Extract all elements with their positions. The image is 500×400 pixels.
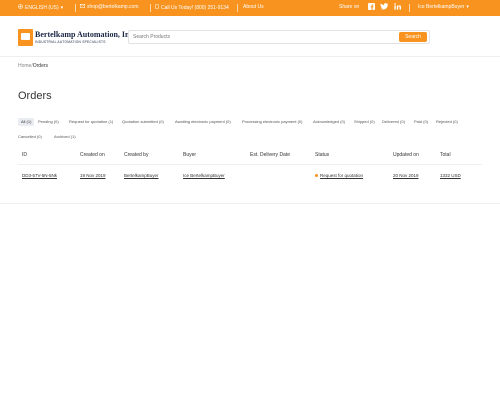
tab-pending[interactable]: Pending (0) xyxy=(38,118,59,126)
email-label: shop@bertelkamp.com xyxy=(87,4,139,10)
column-header-buyer[interactable]: Buyer xyxy=(183,152,196,158)
tab-processing-electronic-payment[interactable]: Processing electronic payment (0) xyxy=(242,118,302,126)
share-text: Share on xyxy=(339,4,360,10)
globe-icon xyxy=(18,4,23,11)
search-input[interactable] xyxy=(133,32,397,42)
facebook-icon[interactable] xyxy=(367,3,375,12)
column-header-status[interactable]: Status xyxy=(315,152,329,158)
column-header-updated-on[interactable]: Updated on xyxy=(393,152,419,158)
email-link[interactable]: shop@bertelkamp.com xyxy=(80,4,139,10)
breadcrumb: Home/Orders xyxy=(18,63,48,69)
table-divider xyxy=(18,164,482,165)
tab-shipped[interactable]: Shipped (0) xyxy=(354,118,375,126)
status-label[interactable]: Request for quotation xyxy=(320,173,363,178)
linkedin-icon[interactable] xyxy=(393,3,401,12)
share-label: Share on xyxy=(339,4,359,10)
tab-paid[interactable]: Paid (0) xyxy=(414,118,428,126)
chevron-down-icon: ▾ xyxy=(466,4,469,10)
breadcrumb-current: Orders xyxy=(32,63,49,69)
tab-cancelled[interactable]: Cancelled (0) xyxy=(18,133,42,141)
column-header-id[interactable]: ID xyxy=(22,152,27,158)
created-on-cell[interactable]: 19 Nov 2019 xyxy=(80,173,106,178)
about-link[interactable]: About Us xyxy=(243,4,264,10)
tab-request-for-quotation[interactable]: Request for quotation (1) xyxy=(69,118,113,126)
tab-acknowledged[interactable]: Acknowledged (0) xyxy=(313,118,345,126)
user-menu-label: Ice BertelkampBuyer xyxy=(418,4,465,10)
logo-name: Bertelkamp Automation, Inc. xyxy=(35,30,135,39)
phone-label: Call Us Today! (800) 251-9134 xyxy=(161,4,229,11)
page-title: Orders xyxy=(18,90,52,102)
status-cell[interactable]: Request for quotation xyxy=(315,173,363,178)
divider xyxy=(237,4,238,12)
total-cell[interactable]: 1332 USD xyxy=(440,173,461,178)
divider xyxy=(75,4,76,12)
content-divider xyxy=(0,203,500,204)
tab-rejected[interactable]: Rejected (0) xyxy=(436,118,458,126)
buyer-cell[interactable]: Ice BertelkampBuyer xyxy=(183,173,225,178)
breadcrumb-home[interactable]: Home xyxy=(18,63,31,69)
tab-quotation-submitted[interactable]: Quotation submitted (0) xyxy=(122,118,164,126)
phone-icon xyxy=(155,4,159,11)
column-header-est-delivery[interactable]: Est. Delivery Date xyxy=(250,152,290,158)
header-divider xyxy=(0,56,500,57)
company-logo[interactable]: Bertelkamp Automation, Inc. INDUSTRIAL A… xyxy=(18,29,135,47)
divider xyxy=(150,4,151,12)
tab-archived[interactable]: Archived (1) xyxy=(54,133,76,141)
status-dot-icon xyxy=(315,174,318,178)
tab-awaiting-electronic-payment[interactable]: Awaiting electronic payment (0) xyxy=(175,118,231,126)
column-header-total[interactable]: Total xyxy=(440,152,451,158)
language-label: ENGLISH (US) xyxy=(25,4,59,11)
envelope-icon xyxy=(80,4,85,10)
order-id-link[interactable]: DD3-57V-5N-5Nk xyxy=(22,173,57,178)
divider xyxy=(409,4,410,12)
about-label: About Us xyxy=(243,4,264,10)
tab-all[interactable]: All (1) xyxy=(18,118,35,126)
language-selector[interactable]: ENGLISH (US) ▾ xyxy=(18,4,63,11)
search-button[interactable]: Search xyxy=(399,32,427,42)
updated-on-cell[interactable]: 20 Nov 2019 xyxy=(393,173,419,178)
search-bar: Search xyxy=(128,30,430,44)
twitter-icon[interactable] xyxy=(380,3,389,12)
chevron-down-icon: ▾ xyxy=(60,4,64,11)
top-bar: ENGLISH (US) ▾ shop@bertelkamp.com Call … xyxy=(0,0,500,16)
column-header-created-on[interactable]: Created on xyxy=(80,152,105,158)
column-header-created-by[interactable]: Created by xyxy=(124,152,148,158)
phone-link[interactable]: Call Us Today! (800) 251-9134 xyxy=(155,4,229,11)
logo-mark-icon xyxy=(18,29,33,46)
tab-delivered[interactable]: Delivered (0) xyxy=(382,118,405,126)
created-by-cell[interactable]: BertelkampBuyer xyxy=(124,173,159,178)
logo-tagline: INDUSTRIAL AUTOMATION SPECIALISTS xyxy=(35,40,106,44)
user-menu[interactable]: Ice BertelkampBuyer ▾ xyxy=(418,4,469,10)
